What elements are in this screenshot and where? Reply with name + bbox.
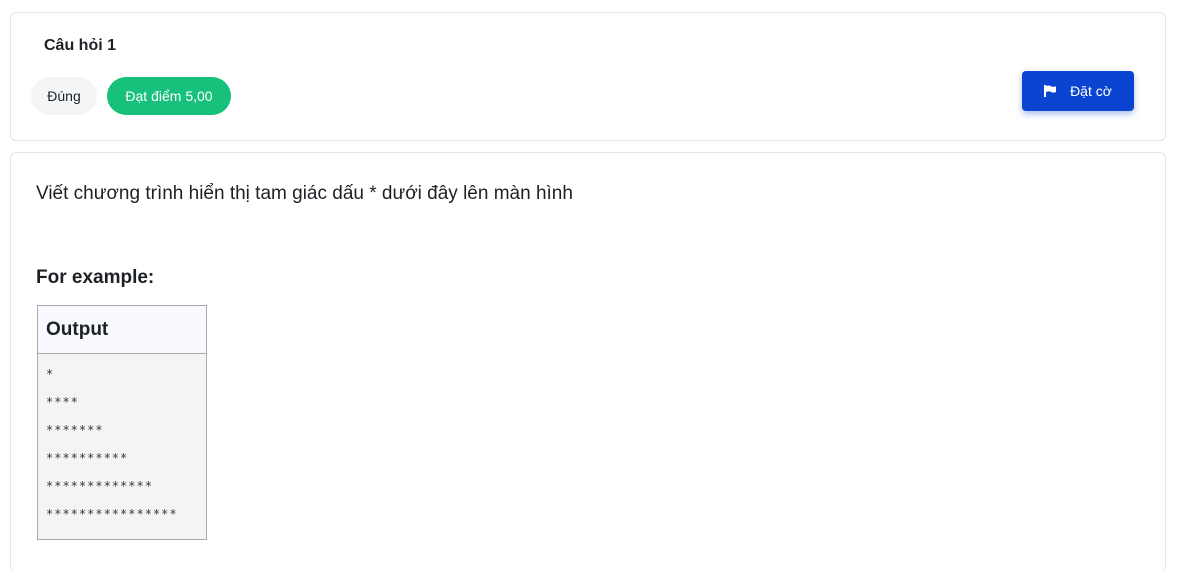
- example-label: For example:: [36, 267, 155, 288]
- state-badge: Đúng: [31, 77, 97, 115]
- question-content-card: Viết chương trình hiển thị tam giác dấu …: [10, 152, 1166, 572]
- output-line: **********: [46, 451, 129, 465]
- question-text: Viết chương trình hiển thị tam giác dấu …: [36, 183, 573, 204]
- output-line: ****: [46, 395, 79, 409]
- flag-button-label: Đặt cờ: [1070, 83, 1112, 99]
- output-line: *******: [46, 423, 104, 437]
- output-cell: * **** ******* ********** ************* …: [38, 354, 206, 539]
- question-title: Câu hỏi 1: [44, 37, 117, 54]
- grade-badge: Đạt điểm 5,00: [107, 77, 231, 115]
- question-info-card: Câu hỏi 1 Đúng Đạt điểm 5,00 Đặt cờ: [10, 12, 1166, 141]
- flag-question-button[interactable]: Đặt cờ: [1022, 71, 1134, 111]
- output-column-header: Output: [38, 306, 206, 354]
- output-line: ****************: [46, 507, 178, 521]
- output-line: *: [46, 367, 55, 381]
- flag-icon: [1044, 85, 1057, 97]
- output-line: *************: [46, 479, 153, 493]
- example-output-table: Output * **** ******* ********** *******…: [37, 305, 207, 540]
